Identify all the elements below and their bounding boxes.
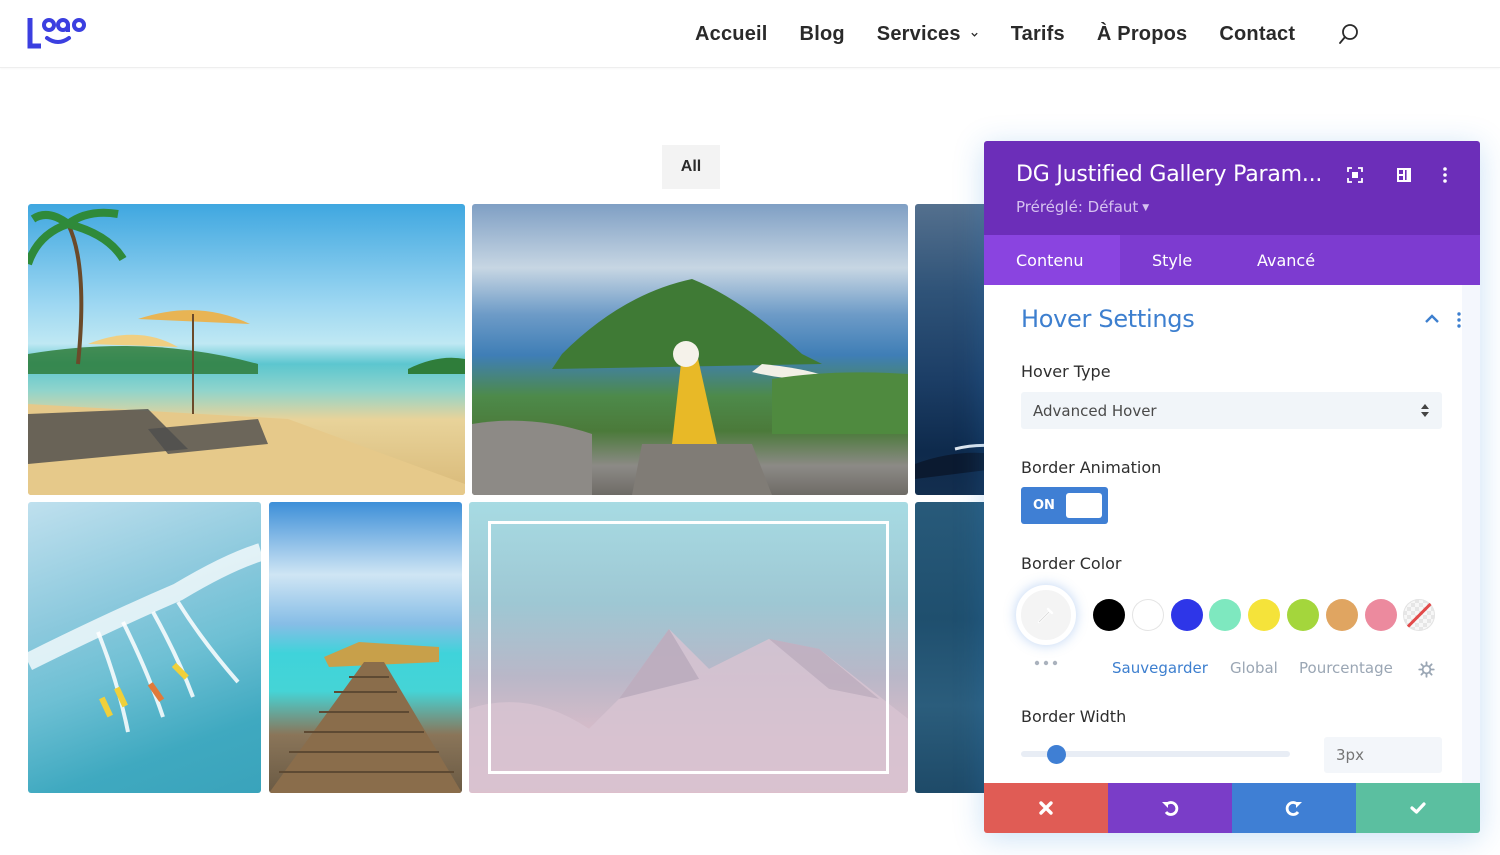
redo-button[interactable] <box>1232 783 1356 833</box>
more-colors-icon[interactable] <box>1034 660 1058 666</box>
hover-border-overlay <box>488 521 889 774</box>
nav-label: À Propos <box>1096 22 1188 45</box>
save-button[interactable] <box>1356 783 1480 833</box>
nav-label: Accueil <box>695 22 768 45</box>
swatch-lime[interactable] <box>1287 599 1319 631</box>
checkmark-icon <box>1410 802 1426 814</box>
gear-icon[interactable] <box>1418 661 1435 678</box>
search-icon[interactable] <box>1337 22 1361 46</box>
nav-a-propos[interactable]: À Propos <box>1097 23 1188 46</box>
tab-avance[interactable]: Avancé <box>1225 235 1315 285</box>
island-scene <box>472 279 908 495</box>
swatch-yellow[interactable] <box>1248 599 1281 631</box>
gallery-image-mountains-hovered[interactable] <box>469 502 908 793</box>
nav-blog[interactable]: Blog <box>800 23 845 46</box>
color-tab-sauvegarder[interactable]: Sauvegarder <box>1112 659 1208 677</box>
gallery-image-pier[interactable] <box>269 502 462 793</box>
gallery-image-beach[interactable] <box>28 204 465 495</box>
swatch-mint[interactable] <box>1209 599 1242 631</box>
gallery-image-island[interactable] <box>472 204 908 495</box>
color-tab-pourcentage[interactable]: Pourcentage <box>1299 659 1393 677</box>
border-width-slider-thumb[interactable] <box>1046 745 1066 764</box>
surfers-scene <box>28 543 261 733</box>
nav-label: Services <box>876 22 961 45</box>
swatch-white[interactable] <box>1131 599 1164 631</box>
fullscreen-icon[interactable] <box>1346 166 1364 184</box>
undo-button[interactable] <box>1108 783 1232 833</box>
swatch-pink[interactable] <box>1364 599 1397 631</box>
swatch-none[interactable] <box>1403 599 1436 631</box>
panel-footer <box>984 783 1480 833</box>
caret-down-icon: ▼ <box>1142 202 1150 213</box>
select-arrows-icon <box>1421 404 1429 417</box>
filter-all-button[interactable]: All <box>662 145 720 189</box>
nav-services[interactable]: Services <box>877 23 979 46</box>
redo-icon <box>1285 801 1302 816</box>
border-animation-label: Border Animation <box>1021 458 1162 477</box>
logo[interactable] <box>27 14 89 52</box>
border-width-label: Border Width <box>1021 707 1127 726</box>
chevron-up-icon[interactable] <box>1424 313 1440 325</box>
main-nav: Accueil Blog Services Tarifs À Propos Co… <box>695 0 1327 68</box>
section-more-icon[interactable] <box>1456 311 1462 329</box>
panel-tabs: Contenu Style Avancé <box>984 235 1480 285</box>
site-header: Accueil Blog Services Tarifs À Propos Co… <box>0 0 1500 68</box>
beach-scene <box>28 208 465 495</box>
nav-contact[interactable]: Contact <box>1219 23 1295 46</box>
nav-label: Blog <box>799 22 845 45</box>
swatch-blue[interactable] <box>1170 599 1203 631</box>
tab-style[interactable]: Style <box>1120 235 1225 285</box>
chevron-down-icon <box>971 32 978 37</box>
panel-title: DG Justified Gallery Param... <box>1016 162 1323 187</box>
border-width-input[interactable] <box>1324 737 1442 773</box>
hover-type-label: Hover Type <box>1021 362 1111 381</box>
cancel-button[interactable] <box>984 783 1108 833</box>
nav-tarifs[interactable]: Tarifs <box>1011 23 1065 46</box>
gallery-image-dark-wave[interactable] <box>915 204 995 495</box>
preset-label: Préréglé: Défaut <box>1016 198 1139 216</box>
close-icon <box>1039 801 1053 815</box>
toggle-knob <box>1066 493 1102 518</box>
gallery-image-water-texture[interactable] <box>915 502 995 793</box>
split-view-icon[interactable] <box>1395 166 1413 184</box>
toggle-state-label: ON <box>1033 498 1055 513</box>
more-options-icon[interactable] <box>1436 166 1454 184</box>
hover-type-select[interactable]: Advanced Hover <box>1021 392 1442 429</box>
nav-label: Contact <box>1219 22 1296 45</box>
gallery-image-surfers[interactable] <box>28 502 261 793</box>
nav-label: Tarifs <box>1010 22 1065 45</box>
settings-panel: DG Justified Gallery Param... Préréglé: … <box>984 141 1480 833</box>
panel-body: Hover Settings Hover Type Advanced Hover… <box>984 285 1480 783</box>
section-title[interactable]: Hover Settings <box>1021 305 1195 333</box>
color-tab-global[interactable]: Global <box>1230 659 1278 677</box>
border-color-label: Border Color <box>1021 554 1122 573</box>
swatch-tan[interactable] <box>1325 599 1358 631</box>
nav-accueil[interactable]: Accueil <box>695 23 768 46</box>
hover-type-value: Advanced Hover <box>1033 401 1157 420</box>
preset-dropdown[interactable]: Préréglé: Défaut ▼ <box>1016 198 1149 216</box>
tab-contenu[interactable]: Contenu <box>984 235 1120 285</box>
wave-scene <box>915 443 995 479</box>
panel-header: DG Justified Gallery Param... Préréglé: … <box>984 141 1480 235</box>
undo-icon <box>1162 801 1179 816</box>
border-animation-toggle[interactable]: ON <box>1021 487 1108 524</box>
pier-scene <box>269 642 462 793</box>
color-picker-button[interactable] <box>1016 585 1076 645</box>
eyedropper-icon <box>1037 607 1054 624</box>
swatch-black[interactable] <box>1093 599 1125 631</box>
